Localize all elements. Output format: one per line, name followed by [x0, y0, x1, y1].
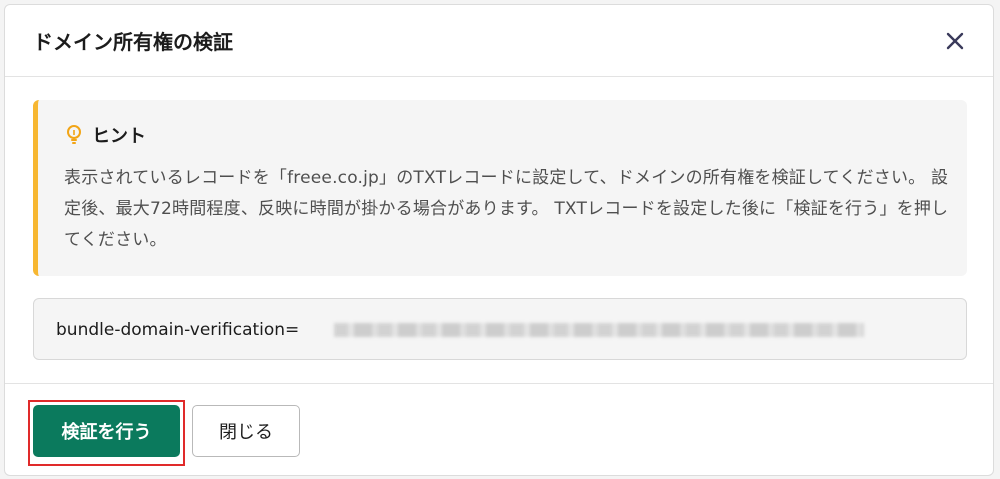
- hint-heading: ヒント: [64, 122, 146, 148]
- txt-record-field[interactable]: bundle-domain-verification=: [33, 298, 967, 360]
- redacted-token: [334, 323, 864, 337]
- dialog-header: ドメイン所有権の検証: [5, 5, 993, 77]
- lightbulb-icon: [67, 125, 81, 144]
- close-dialog-button[interactable]: 閉じる: [192, 405, 300, 457]
- hint-title: ヒント: [92, 126, 146, 147]
- close-button[interactable]: [941, 27, 969, 55]
- dialog-title: ドメイン所有権の検証: [33, 30, 233, 54]
- txt-record-value: bundle-domain-verification=: [56, 320, 300, 340]
- verify-button[interactable]: 検証を行う: [33, 405, 180, 457]
- close-icon: [946, 32, 964, 50]
- hint-body-text: 表示されているレコードを「freee.co.jp」のTXTレコードに設定して、ド…: [64, 168, 949, 250]
- domain-verification-dialog: ドメイン所有権の検証 ヒント 表示されているレコードを「freee.co.jp」…: [4, 4, 994, 476]
- dialog-footer: 検証を行う 閉じる: [5, 383, 993, 475]
- hint-panel: ヒント 表示されているレコードを「freee.co.jp」のTXTレコードに設定…: [33, 100, 967, 276]
